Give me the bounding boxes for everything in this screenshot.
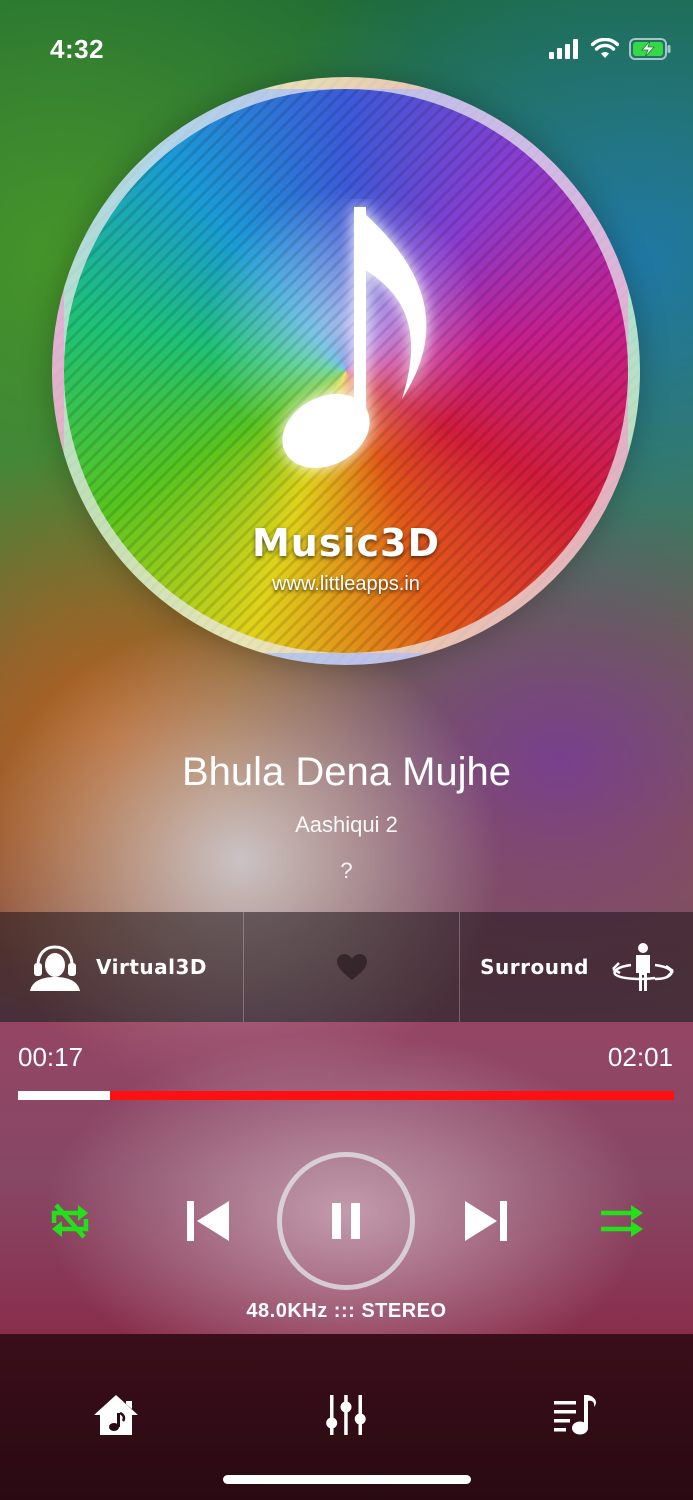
track-album: Aashiqui 2 [295,812,398,837]
total-time: 02:01 [607,1042,673,1072]
effects-bar: Virtual3D Surround [0,912,693,1022]
equalizer-icon [326,1395,366,1435]
audio-format-info: 48.0KHz ::: STEREO [246,1300,447,1322]
surround-toggle[interactable]: Surround [459,912,693,1022]
track-title: Bhula Dena Mujhe [181,750,512,794]
shuffle-button[interactable] [596,1196,648,1246]
pause-icon [332,1203,360,1239]
next-track-icon [465,1201,507,1241]
home-music-icon [94,1395,138,1435]
album-brand: Music3D [251,521,441,565]
elapsed-time: 00:17 [18,1042,84,1072]
previous-track-button[interactable] [182,1196,234,1246]
virtual3d-label: Virtual3D [96,955,208,979]
cellular-signal-icon [549,39,578,59]
heart-icon [336,954,367,980]
favorite-toggle[interactable] [243,912,459,1022]
progress-slider[interactable] [18,1091,674,1100]
progress-fill [18,1091,110,1100]
track-artist: ? [340,858,353,883]
next-track-button[interactable] [460,1196,512,1246]
status-icons [549,38,671,60]
album-art: Music3D www.littleapps.in [52,77,640,665]
previous-track-icon [187,1201,229,1241]
shuffle-icon [601,1205,643,1237]
repeat-off-icon [51,1203,89,1239]
battery-charging-icon [629,38,671,60]
surround-label: Surround [480,955,589,979]
tab-equalizer[interactable] [318,1390,374,1440]
home-indicator[interactable] [223,1475,471,1484]
wifi-icon [591,38,619,58]
tab-home[interactable] [88,1390,144,1440]
tab-playlist[interactable] [548,1390,604,1440]
status-time: 4:32 [50,34,105,64]
headphones-person-icon [30,945,80,991]
repeat-button[interactable] [44,1196,96,1246]
virtual3d-toggle[interactable]: Virtual3D [0,912,243,1022]
music-note-icon [282,207,427,468]
surround-person-icon [612,943,674,991]
album-url: www.littleapps.in [272,573,420,595]
playlist-icon [554,1395,596,1435]
play-pause-button[interactable] [277,1152,415,1290]
